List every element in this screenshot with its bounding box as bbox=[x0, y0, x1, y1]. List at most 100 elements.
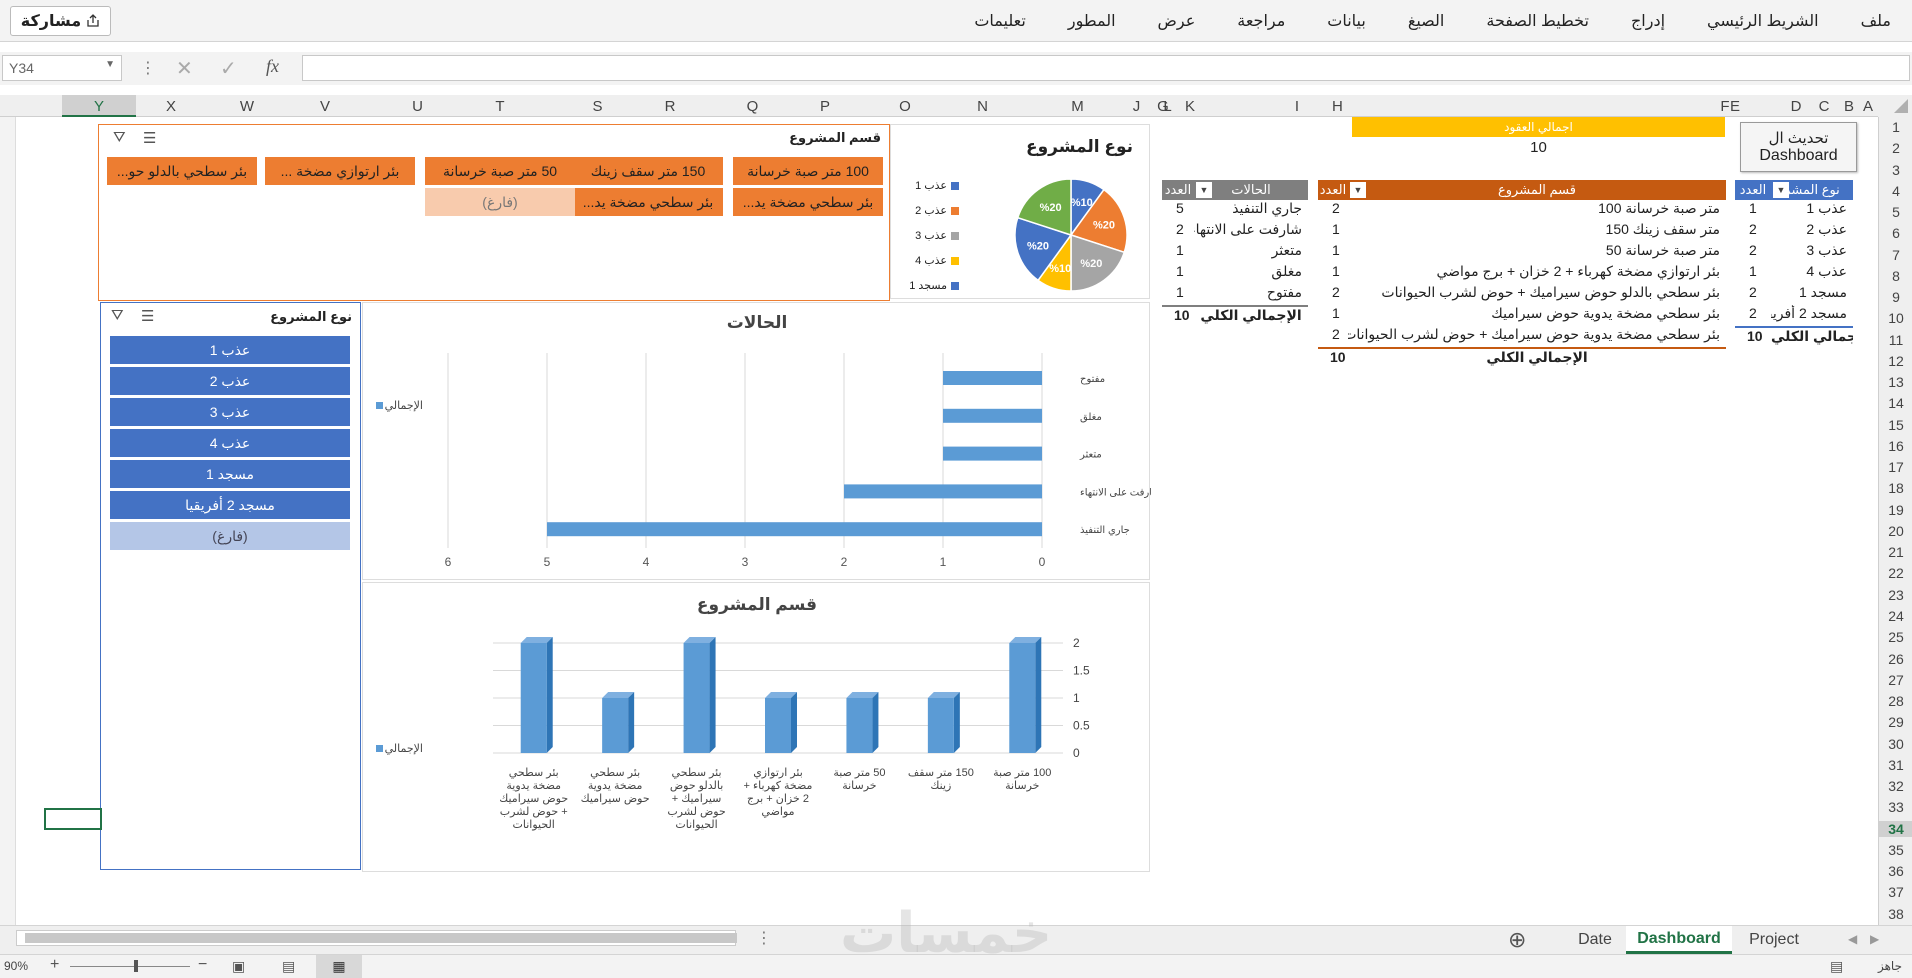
row-header[interactable]: 12 bbox=[1879, 353, 1912, 369]
slicer-item[interactable]: عذب 4 bbox=[110, 429, 350, 457]
filter-dropdown-icon[interactable]: ▼ bbox=[1350, 182, 1366, 198]
section-chart-panel[interactable]: قسم المشروع 0 0.5 1 1.5 2 100 متر صبة خرسانة 1… bbox=[362, 582, 1150, 872]
page-layout-view-icon[interactable]: ▤ bbox=[282, 958, 295, 975]
row-header[interactable]: 15 bbox=[1879, 417, 1912, 433]
column-header[interactable]: S bbox=[560, 98, 635, 115]
row-header[interactable]: 21 bbox=[1879, 544, 1912, 560]
filter-dropdown-icon[interactable]: ▼ bbox=[1196, 182, 1212, 198]
vertical-scrollbar[interactable] bbox=[0, 117, 16, 925]
column-header[interactable]: U bbox=[375, 98, 460, 115]
ribbon-tab[interactable]: ملف bbox=[1840, 11, 1912, 31]
tab-project[interactable]: Project bbox=[1732, 926, 1816, 954]
pivot-label-header[interactable]: قسم المشروع ▼ bbox=[1348, 180, 1726, 200]
column-header[interactable]: C bbox=[1808, 98, 1840, 115]
ribbon-tab[interactable]: إدراج bbox=[1610, 11, 1686, 31]
column-header[interactable]: X bbox=[132, 98, 210, 115]
refresh-dashboard-button[interactable]: تحديث ال Dashboard bbox=[1740, 122, 1857, 172]
row-header[interactable]: 10 bbox=[1879, 310, 1912, 326]
row-header[interactable]: 35 bbox=[1879, 842, 1912, 858]
row-header[interactable]: 26 bbox=[1879, 651, 1912, 667]
more-options-icon[interactable]: ⋮ bbox=[756, 928, 772, 948]
pie-chart-panel[interactable]: نوع المشروع %10 %20 %20 %10 %20 %20 عذب 1 عذب … bbox=[890, 124, 1150, 299]
accessibility-icon[interactable]: ▤ bbox=[1830, 958, 1843, 975]
row-header[interactable]: 27 bbox=[1879, 672, 1912, 688]
column-header[interactable]: V bbox=[280, 98, 370, 115]
zoom-slider[interactable] bbox=[70, 966, 190, 967]
slicer-item[interactable]: 150 متر سقف زينك bbox=[573, 157, 723, 185]
status-chart-panel[interactable]: الحالات 0123456مفتوحمغلقمتعثرشارفت على ا… bbox=[362, 302, 1151, 580]
scroll-tabs-left-icon[interactable]: ◀ bbox=[1848, 932, 1857, 946]
row-header[interactable]: 1 bbox=[1879, 119, 1912, 135]
column-header[interactable]: K bbox=[1185, 98, 1195, 115]
column-header[interactable]: F bbox=[1720, 98, 1730, 115]
row-header[interactable]: 11 bbox=[1879, 332, 1912, 348]
row-header[interactable]: 29 bbox=[1879, 714, 1912, 730]
row-header[interactable]: 7 bbox=[1879, 247, 1912, 263]
slicer-item[interactable]: 50 متر صبة خرسانة bbox=[425, 157, 575, 185]
zoom-level[interactable]: 90% bbox=[4, 959, 28, 973]
share-button[interactable]: مشاركة bbox=[10, 6, 111, 36]
select-all-corner[interactable] bbox=[1878, 95, 1912, 117]
zoom-in-icon[interactable]: + bbox=[50, 956, 59, 974]
normal-view-icon[interactable]: ▦ bbox=[316, 955, 362, 978]
column-header[interactable]: D bbox=[1784, 98, 1808, 115]
slicer-item[interactable]: 100 متر صبة خرسانة bbox=[733, 157, 883, 185]
slicer-item[interactable]: بئر سطحي بالدلو حو... bbox=[107, 157, 257, 185]
column-header[interactable]: I bbox=[1282, 98, 1312, 115]
row-header[interactable]: 32 bbox=[1879, 778, 1912, 794]
slicer-item[interactable]: بئر سطحي مضخة يد... bbox=[573, 188, 723, 216]
slicer-item[interactable]: (فارغ) bbox=[110, 522, 350, 550]
ribbon-tab[interactable]: مراجعة bbox=[1216, 11, 1306, 31]
column-header[interactable]: T bbox=[455, 98, 545, 115]
row-header[interactable]: 25 bbox=[1879, 629, 1912, 645]
column-header[interactable]: R bbox=[630, 98, 710, 115]
row-header[interactable]: 30 bbox=[1879, 736, 1912, 752]
ribbon-tab[interactable]: الصيغ bbox=[1387, 11, 1466, 31]
formula-input[interactable] bbox=[302, 55, 1910, 81]
name-box[interactable]: Y34 ▼ bbox=[2, 55, 122, 81]
zoom-out-icon[interactable]: − bbox=[198, 956, 207, 974]
row-header[interactable]: 2 bbox=[1879, 140, 1912, 156]
tab-dashboard[interactable]: Dashboard bbox=[1626, 926, 1732, 954]
slicer-item[interactable]: مسجد 2 أفريقيا bbox=[110, 491, 350, 519]
filter-dropdown-icon[interactable]: ▼ bbox=[1773, 182, 1789, 198]
row-header[interactable]: 13 bbox=[1879, 374, 1912, 390]
row-header[interactable]: 22 bbox=[1879, 565, 1912, 581]
multi-select-icon[interactable]: ☰ bbox=[143, 129, 156, 147]
column-header[interactable]: Y bbox=[62, 95, 136, 117]
row-header[interactable]: 36 bbox=[1879, 863, 1912, 879]
pivot-label-header[interactable]: الحالات ▼ bbox=[1194, 180, 1308, 200]
ribbon-tab[interactable]: الشريط الرئيسي bbox=[1686, 11, 1840, 31]
row-header[interactable]: 37 bbox=[1879, 884, 1912, 900]
row-header[interactable]: 3 bbox=[1879, 162, 1912, 178]
column-header[interactable]: H bbox=[1332, 98, 1343, 115]
more-options-icon[interactable]: ⋮ bbox=[140, 58, 156, 78]
clear-filter-icon[interactable]: ⛛ bbox=[113, 129, 126, 146]
multi-select-icon[interactable]: ☰ bbox=[141, 307, 154, 325]
ribbon-tab[interactable]: عرض bbox=[1137, 11, 1217, 31]
slicer-item[interactable]: عذب 1 bbox=[110, 336, 350, 364]
row-header[interactable]: 17 bbox=[1879, 459, 1912, 475]
clear-filter-icon[interactable]: ⛛ bbox=[111, 307, 124, 324]
row-header[interactable]: 14 bbox=[1879, 395, 1912, 411]
row-header[interactable]: 28 bbox=[1879, 693, 1912, 709]
row-header[interactable]: 24 bbox=[1879, 608, 1912, 624]
slicer-item[interactable]: عذب 3 bbox=[110, 398, 350, 426]
row-header[interactable]: 31 bbox=[1879, 757, 1912, 773]
row-header[interactable]: 9 bbox=[1879, 289, 1912, 305]
column-header[interactable]: W bbox=[206, 98, 288, 115]
row-header[interactable]: 23 bbox=[1879, 587, 1912, 603]
insert-function-icon[interactable]: fx bbox=[266, 56, 279, 77]
zoom-slider-thumb[interactable] bbox=[134, 960, 138, 972]
slicer-item[interactable]: عذب 2 bbox=[110, 367, 350, 395]
slicer-item[interactable]: بئر ارتوازي مضخة ... bbox=[265, 157, 415, 185]
ribbon-tab[interactable]: تعليمات bbox=[953, 11, 1046, 31]
ribbon-tab[interactable]: تخطيط الصفحة bbox=[1465, 11, 1610, 31]
column-header[interactable]: M bbox=[1045, 98, 1110, 115]
scroll-tabs-right-icon[interactable]: ▶ bbox=[1870, 932, 1879, 946]
column-header[interactable]: E bbox=[1730, 98, 1740, 115]
row-header[interactable]: 33 bbox=[1879, 799, 1912, 815]
row-header[interactable]: 34 bbox=[1879, 820, 1912, 837]
cancel-icon[interactable]: ✕ bbox=[176, 56, 193, 81]
slicer-item[interactable]: مسجد 1 bbox=[110, 460, 350, 488]
